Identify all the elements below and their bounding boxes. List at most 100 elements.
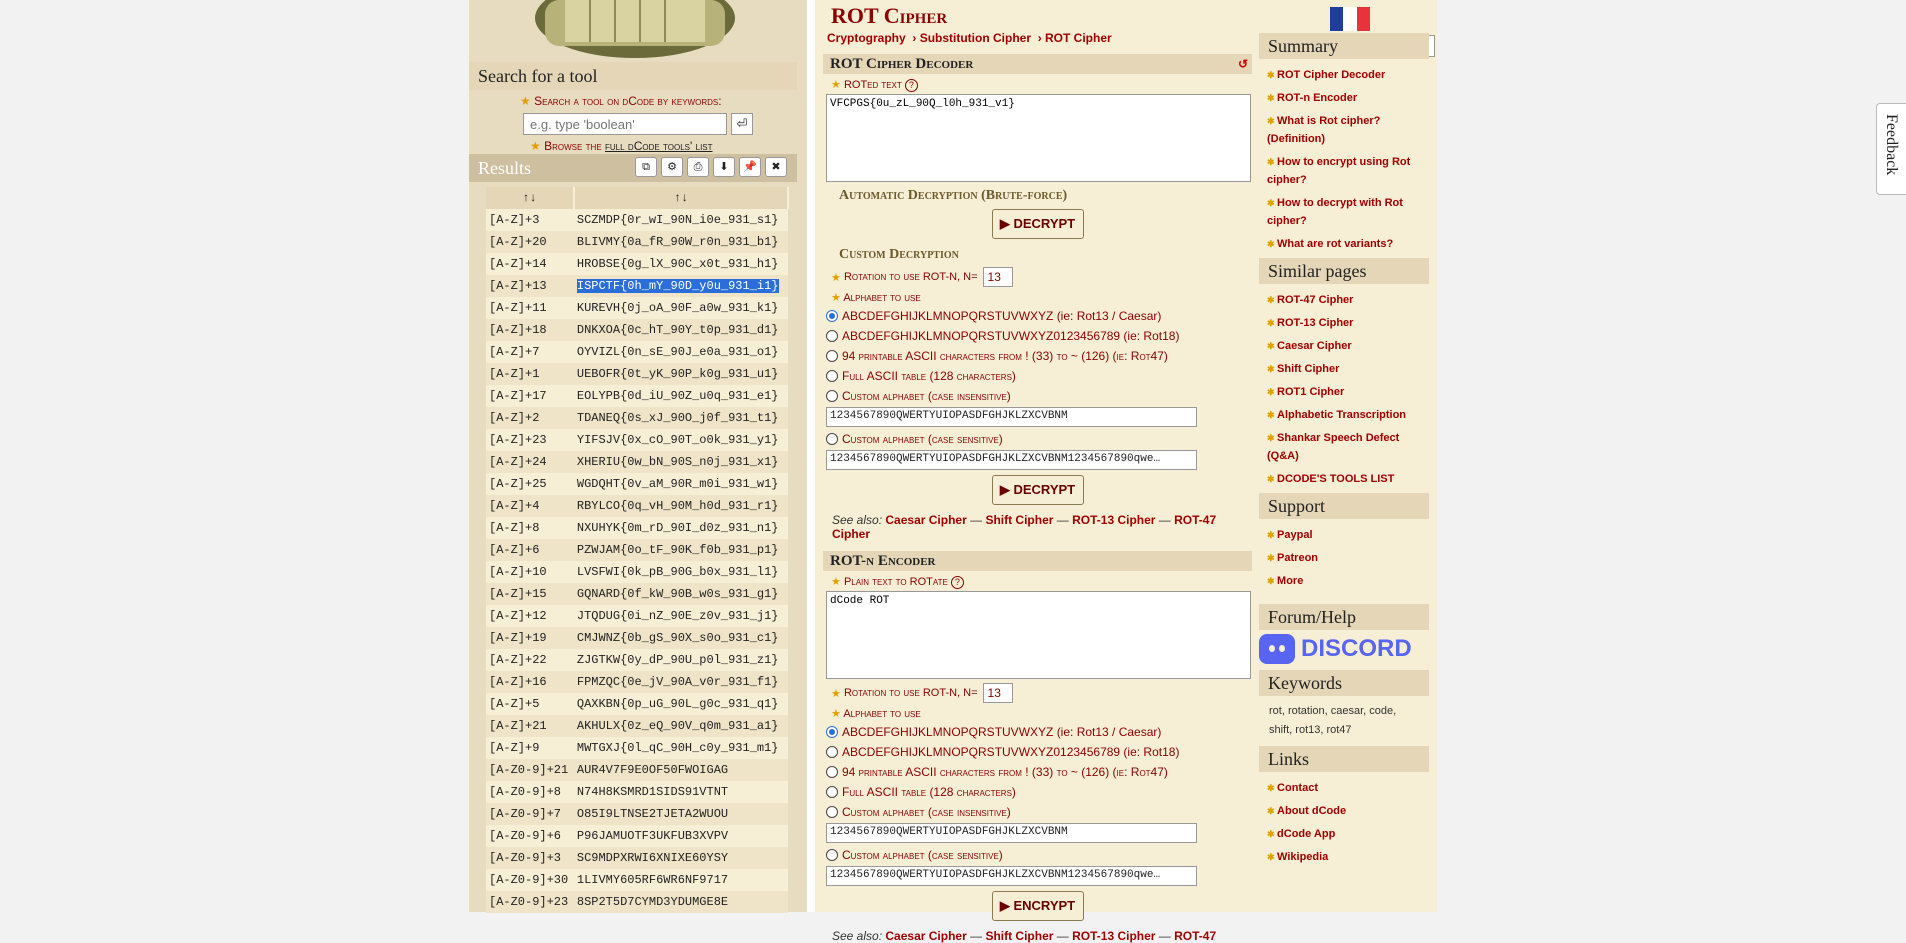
close-icon[interactable]: ✖: [765, 157, 787, 177]
result-value[interactable]: KUREVH{0j_oA_90F_a0w_931_k1}: [573, 297, 788, 319]
result-value[interactable]: NXUHYK{0m_rD_90I_d0z_931_n1}: [573, 517, 788, 539]
radio-selected[interactable]: [826, 726, 838, 738]
radio[interactable]: [826, 746, 838, 758]
breadcrumb-cryptography[interactable]: Cryptography: [827, 31, 906, 45]
encoder-rot-input[interactable]: 13: [982, 683, 1013, 703]
encoder-custom-ci-input[interactable]: 1234567890QWERTYUIOPASDFGHJKLZXCVBNM: [826, 823, 1197, 843]
result-value[interactable]: RBYLCO{0q_vH_90M_h0d_931_r1}: [573, 495, 788, 517]
encoder-option-rot47[interactable]: 94 printable ASCII characters from ! (33…: [826, 764, 1252, 780]
result-value[interactable]: YIFSJV{0x_cO_90T_o0k_931_y1}: [573, 429, 788, 451]
table-row[interactable]: [A-Z]+3 SCZMDP{0r_wI_90N_i0e_931_s1}: [486, 209, 788, 231]
similar-link[interactable]: Shankar Speech Defect (Q&A): [1267, 429, 1429, 465]
result-value[interactable]: CMJWNZ{0b_gS_90X_s0o_931_c1}: [573, 627, 788, 649]
result-value[interactable]: N74H8KSMRD1SIDS91VTNT: [573, 781, 788, 803]
result-value[interactable]: FPMZQC{0e_jV_90A_v0r_931_f1}: [573, 671, 788, 693]
result-value[interactable]: ZJGTKW{0y_dP_90U_p0l_931_z1}: [573, 649, 788, 671]
table-row[interactable]: [A-Z]+17 EOLYPB{0d_iU_90Z_u0q_931_e1}: [486, 385, 788, 407]
search-input[interactable]: [523, 113, 727, 135]
breadcrumb-substitution[interactable]: › Substitution Cipher: [912, 31, 1031, 45]
refresh-icon[interactable]: ↺: [1238, 54, 1248, 74]
encoder-option-rot18[interactable]: ABCDEFGHIJKLMNOPQRSTUVWXYZ0123456789 (ie…: [826, 744, 1252, 760]
similar-link[interactable]: ROT-13 Cipher: [1267, 314, 1429, 332]
footer-link[interactable]: dCode App: [1267, 825, 1429, 843]
print-icon[interactable]: ⎙: [687, 157, 709, 177]
similar-link[interactable]: DCODE'S TOOLS LIST: [1267, 470, 1429, 488]
support-link[interactable]: More: [1267, 572, 1429, 590]
similar-link[interactable]: Caesar Cipher: [1267, 337, 1429, 355]
result-value[interactable]: TDANEQ{0s_xJ_90O_j0f_931_t1}: [573, 407, 788, 429]
table-row[interactable]: [A-Z]+9 MWTGXJ{0l_qC_90H_c0y_931_m1}: [486, 737, 788, 759]
radio[interactable]: [826, 390, 838, 402]
link-rot13[interactable]: ROT-13 Cipher: [1072, 929, 1155, 943]
similar-link[interactable]: ROT-47 Cipher: [1267, 291, 1429, 309]
result-value[interactable]: AUR4V7F9E0OF50FWOIGAG: [573, 759, 788, 781]
table-row[interactable]: [A-Z0-9]+3 SC9MDPXRWI6XNIXE60YSY: [486, 847, 788, 869]
help-icon[interactable]: ?: [950, 576, 964, 589]
result-value[interactable]: WGDQHT{0v_aM_90R_m0i_931_w1}: [573, 473, 788, 495]
radio[interactable]: [826, 350, 838, 362]
table-row[interactable]: [A-Z]+8 NXUHYK{0m_rD_90I_d0z_931_n1}: [486, 517, 788, 539]
encoder-option-ascii[interactable]: Full ASCII table (128 characters): [826, 784, 1252, 800]
link-rot13[interactable]: ROT-13 Cipher: [1072, 513, 1155, 527]
summary-link[interactable]: What are rot variants?: [1267, 235, 1429, 253]
decoder-custom-ci-input[interactable]: 1234567890QWERTYUIOPASDFGHJKLZXCVBNM: [826, 407, 1197, 427]
discord-link[interactable]: DISCORD: [1259, 630, 1429, 664]
decoder-rot-input[interactable]: 13: [982, 267, 1013, 287]
link-rot47[interactable]: ROT-47: [1174, 929, 1216, 943]
table-row[interactable]: [A-Z]+10 LVSFWI{0k_pB_90G_b0x_931_l1}: [486, 561, 788, 583]
table-row[interactable]: [A-Z]+14 HROBSE{0g_lX_90C_x0t_931_h1}: [486, 253, 788, 275]
radio[interactable]: [826, 330, 838, 342]
table-row[interactable]: [A-Z]+11 KUREVH{0j_oA_90F_a0w_931_k1}: [486, 297, 788, 319]
result-value[interactable]: 1LIVMY605RF6WR6NF9717: [573, 869, 788, 891]
result-value[interactable]: HROBSE{0g_lX_90C_x0t_931_h1}: [573, 253, 788, 275]
result-value[interactable]: XHERIU{0w_bN_90S_n0j_931_x1}: [573, 451, 788, 473]
link-caesar[interactable]: Caesar Cipher: [885, 929, 966, 943]
decoder-option-rot47[interactable]: 94 printable ASCII characters from ! (33…: [826, 348, 1252, 364]
support-link[interactable]: Patreon: [1267, 549, 1429, 567]
table-row[interactable]: [A-Z]+19 CMJWNZ{0b_gS_90X_s0o_931_c1}: [486, 627, 788, 649]
result-value[interactable]: ISPCTF{0h_mY_90D_y0u_931_i1}: [573, 275, 788, 297]
summary-link[interactable]: What is Rot cipher? (Definition): [1267, 112, 1429, 148]
table-row[interactable]: [A-Z0-9]+8 N74H8KSMRD1SIDS91VTNT: [486, 781, 788, 803]
result-value[interactable]: OYVIZL{0n_sE_90J_e0a_931_o1}: [573, 341, 788, 363]
result-value[interactable]: EOLYPB{0d_iU_90Z_u0q_931_e1}: [573, 385, 788, 407]
help-icon[interactable]: ?: [904, 79, 918, 92]
decoder-option-rot13[interactable]: ABCDEFGHIJKLMNOPQRSTUVWXYZ (ie: Rot13 / …: [826, 308, 1252, 324]
decoder-option-ascii[interactable]: Full ASCII table (128 characters): [826, 368, 1252, 384]
decoder-option-custom-cs[interactable]: Custom alphabet (case sensitive): [826, 431, 1252, 447]
table-row[interactable]: [A-Z]+5 QAXKBN{0p_uG_90L_g0c_931_q1}: [486, 693, 788, 715]
table-row[interactable]: [A-Z0-9]+23 8SP2T5D7CYMD3YDUMGE8E: [486, 891, 788, 913]
result-value[interactable]: PZWJAM{0o_tF_90K_f0b_931_p1}: [573, 539, 788, 561]
copy-icon[interactable]: ⧉: [635, 157, 657, 177]
decoder-option-custom-ci[interactable]: Custom alphabet (case insensitive): [826, 388, 1252, 404]
decoder-text-input[interactable]: [826, 94, 1251, 182]
table-row[interactable]: [A-Z]+18 DNKXOA{0c_hT_90Y_t0p_931_d1}: [486, 319, 788, 341]
column-header-key[interactable]: ↑↓: [486, 187, 575, 209]
table-row[interactable]: [A-Z]+7 OYVIZL{0n_sE_90J_e0a_931_o1}: [486, 341, 788, 363]
link-shift[interactable]: Shift Cipher: [985, 513, 1053, 527]
result-value[interactable]: MWTGXJ{0l_qC_90H_c0y_931_m1}: [573, 737, 788, 759]
link-caesar[interactable]: Caesar Cipher: [885, 513, 966, 527]
support-link[interactable]: Paypal: [1267, 526, 1429, 544]
result-value[interactable]: O85I9LTNSE2TJETA2WUOU: [573, 803, 788, 825]
breadcrumb-rot[interactable]: › ROT Cipher: [1038, 31, 1112, 45]
table-row[interactable]: [A-Z]+22 ZJGTKW{0y_dP_90U_p0l_931_z1}: [486, 649, 788, 671]
result-value[interactable]: 8SP2T5D7CYMD3YDUMGE8E: [573, 891, 788, 913]
footer-link[interactable]: About dCode: [1267, 802, 1429, 820]
table-row[interactable]: [A-Z0-9]+30 1LIVMY605RF6WR6NF9717: [486, 869, 788, 891]
table-row[interactable]: [A-Z]+2 TDANEQ{0s_xJ_90O_j0f_931_t1}: [486, 407, 788, 429]
table-row[interactable]: [A-Z]+25 WGDQHT{0v_aM_90R_m0i_931_w1}: [486, 473, 788, 495]
summary-link[interactable]: ROT Cipher Decoder: [1267, 66, 1429, 84]
french-flag-icon[interactable]: [1330, 7, 1370, 31]
download-icon[interactable]: ⬇: [713, 157, 735, 177]
table-row[interactable]: [A-Z]+21 AKHULX{0z_eQ_90V_q0m_931_a1}: [486, 715, 788, 737]
result-value[interactable]: SC9MDPXRWI6XNIXE60YSY: [573, 847, 788, 869]
similar-link[interactable]: Shift Cipher: [1267, 360, 1429, 378]
encoder-option-rot13[interactable]: ABCDEFGHIJKLMNOPQRSTUVWXYZ (ie: Rot13 / …: [826, 724, 1252, 740]
link-shift[interactable]: Shift Cipher: [985, 929, 1053, 943]
encoder-option-custom-cs[interactable]: Custom alphabet (case sensitive): [826, 847, 1252, 863]
decoder-option-rot18[interactable]: ABCDEFGHIJKLMNOPQRSTUVWXYZ0123456789 (ie…: [826, 328, 1252, 344]
radio[interactable]: [826, 806, 838, 818]
feedback-tab[interactable]: Feedback: [1876, 103, 1906, 195]
result-value[interactable]: QAXKBN{0p_uG_90L_g0c_931_q1}: [573, 693, 788, 715]
